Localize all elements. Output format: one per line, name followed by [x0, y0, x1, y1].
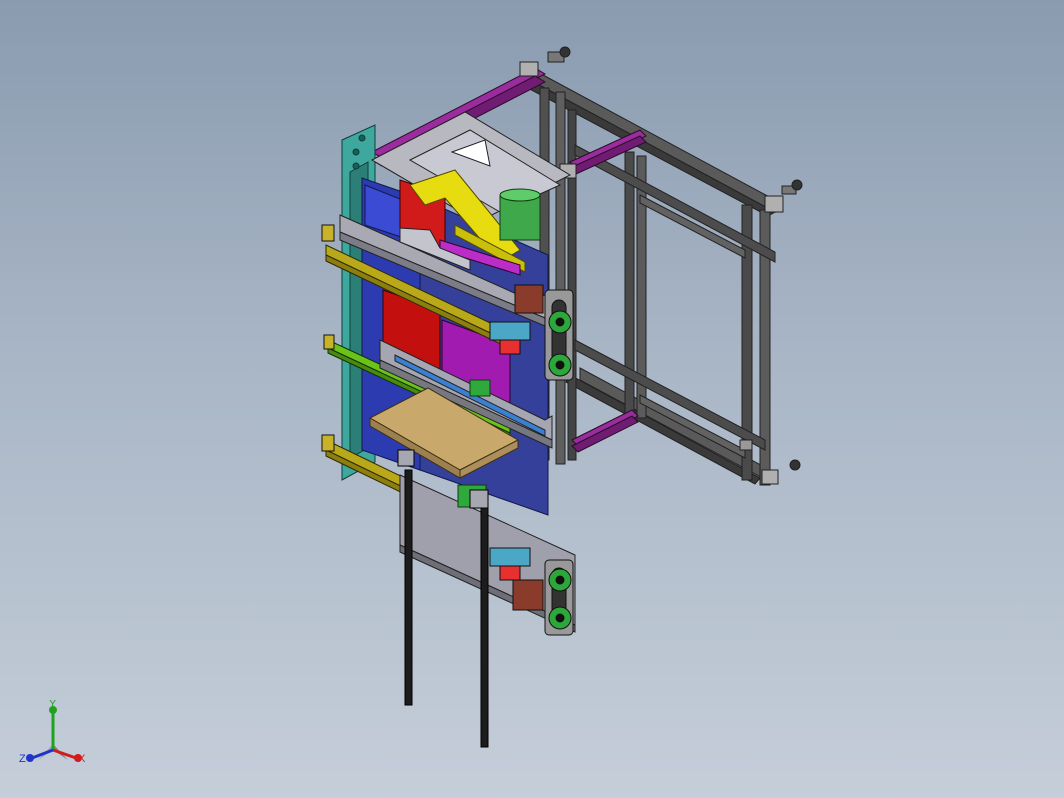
x-axis-label: X	[78, 753, 86, 765]
graphics-viewport[interactable]: Y X Z	[0, 0, 1064, 798]
cad-assembly-model[interactable]	[0, 0, 1064, 798]
rear-frame	[523, 67, 777, 486]
z-axis-label: Z	[19, 753, 26, 765]
y-axis-label: Y	[49, 700, 57, 710]
green-motor	[499, 188, 541, 241]
orientation-triad[interactable]: Y X Z	[18, 700, 88, 770]
